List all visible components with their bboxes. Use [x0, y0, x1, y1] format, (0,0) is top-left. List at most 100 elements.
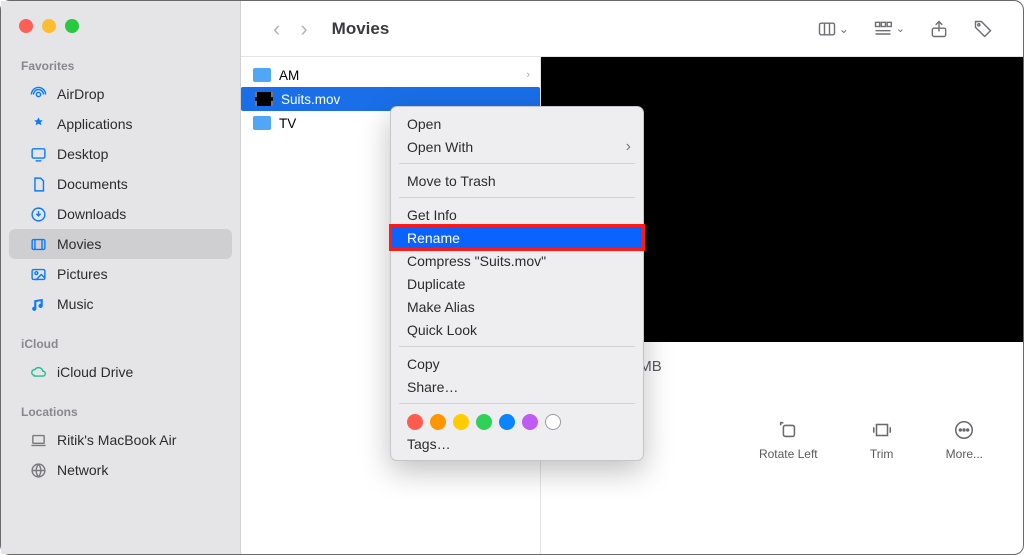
menu-separator [399, 403, 635, 404]
menu-item-quick-look[interactable]: Quick Look [391, 318, 643, 341]
action-label: More... [946, 447, 983, 461]
minimize-window-button[interactable] [42, 19, 56, 33]
folder-icon [253, 116, 271, 130]
tag-orange[interactable] [430, 414, 446, 430]
sidebar: Favorites AirDrop Applications Desktop D… [1, 1, 241, 554]
downloads-icon [29, 206, 47, 223]
airdrop-icon [29, 86, 47, 103]
sidebar-item-network[interactable]: Network [9, 455, 232, 485]
more-icon [950, 419, 978, 441]
window-controls [1, 15, 240, 55]
menu-item-open-with[interactable]: Open With [391, 135, 643, 158]
sidebar-item-label: Movies [57, 236, 101, 252]
action-label: Rotate Left [759, 447, 818, 461]
sidebar-item-documents[interactable]: Documents [9, 169, 232, 199]
sidebar-item-music[interactable]: Music [9, 289, 232, 319]
menu-item-duplicate[interactable]: Duplicate [391, 272, 643, 295]
sidebar-item-airdrop[interactable]: AirDrop [9, 79, 232, 109]
tag-green[interactable] [476, 414, 492, 430]
view-columns-button[interactable]: ⌄ [805, 19, 861, 39]
menu-item-label: Share… [407, 379, 458, 395]
tag-red[interactable] [407, 414, 423, 430]
menu-separator [399, 197, 635, 198]
chevron-right-icon: › [526, 69, 530, 81]
sidebar-item-applications[interactable]: Applications [9, 109, 232, 139]
finder-window: Favorites AirDrop Applications Desktop D… [0, 0, 1024, 555]
folder-icon [253, 68, 271, 82]
menu-item-label: Open [407, 116, 441, 132]
context-menu: Open Open With Move to Trash Get Info Re… [390, 106, 644, 461]
sidebar-item-label: AirDrop [57, 86, 104, 102]
menu-separator [399, 163, 635, 164]
tag-purple[interactable] [522, 414, 538, 430]
file-row-folder[interactable]: AM › [241, 63, 540, 87]
menu-item-label: Open With [407, 139, 473, 155]
menu-item-label: Compress "Suits.mov" [407, 253, 546, 269]
tag-blue[interactable] [499, 414, 515, 430]
menu-item-label: Rename [407, 230, 460, 246]
file-name: Suits.mov [281, 92, 340, 107]
sidebar-item-label: Documents [57, 176, 128, 192]
menu-item-label: Duplicate [407, 276, 465, 292]
action-rotate-left[interactable]: Rotate Left [759, 419, 818, 461]
menu-item-tags[interactable]: Tags… [391, 432, 643, 455]
pictures-icon [29, 266, 47, 283]
applications-icon [29, 116, 47, 133]
group-button[interactable]: ⌄ [861, 19, 917, 39]
menu-item-label: Quick Look [407, 322, 477, 338]
icloud-icon [29, 364, 47, 381]
sidebar-item-label: Pictures [57, 266, 108, 282]
tag-none[interactable] [545, 414, 561, 430]
share-button[interactable] [917, 19, 961, 39]
sidebar-item-label: Ritik's MacBook Air [57, 432, 176, 448]
sidebar-item-label: Music [57, 296, 94, 312]
rotate-left-icon [774, 419, 802, 441]
menu-item-compress[interactable]: Compress "Suits.mov" [391, 249, 643, 272]
file-name: AM [279, 68, 299, 83]
menu-item-label: Move to Trash [407, 173, 496, 189]
menu-item-label: Get Info [407, 207, 457, 223]
menu-item-copy[interactable]: Copy [391, 352, 643, 375]
menu-item-label: Tags… [407, 436, 451, 452]
action-more[interactable]: More... [946, 419, 983, 461]
tag-color-row [391, 409, 643, 432]
menu-item-make-alias[interactable]: Make Alias [391, 295, 643, 318]
close-window-button[interactable] [19, 19, 33, 33]
sidebar-item-downloads[interactable]: Downloads [9, 199, 232, 229]
music-icon [29, 296, 47, 313]
zoom-window-button[interactable] [65, 19, 79, 33]
sidebar-item-label: iCloud Drive [57, 364, 133, 380]
documents-icon [29, 176, 47, 193]
toolbar: ‹ › Movies ⌄ ⌄ [241, 1, 1023, 56]
file-name: TV [279, 116, 296, 131]
back-button[interactable]: ‹ [263, 16, 290, 42]
sidebar-item-movies[interactable]: Movies [9, 229, 232, 259]
menu-item-label: Copy [407, 356, 440, 372]
sidebar-section-favorites: Favorites [1, 55, 240, 79]
tag-yellow[interactable] [453, 414, 469, 430]
tags-button[interactable] [961, 19, 1005, 39]
movie-file-icon [255, 92, 273, 106]
menu-item-get-info[interactable]: Get Info [391, 203, 643, 226]
movies-icon [29, 236, 47, 253]
network-icon [29, 462, 47, 479]
sidebar-item-label: Network [57, 462, 108, 478]
menu-item-share[interactable]: Share… [391, 375, 643, 398]
sidebar-item-label: Applications [57, 116, 133, 132]
sidebar-item-label: Downloads [57, 206, 126, 222]
desktop-icon [29, 146, 47, 163]
menu-item-open[interactable]: Open [391, 112, 643, 135]
sidebar-item-desktop[interactable]: Desktop [9, 139, 232, 169]
action-trim[interactable]: Trim [868, 419, 896, 461]
menu-item-rename[interactable]: Rename [391, 226, 643, 249]
sidebar-section-locations: Locations [1, 401, 240, 425]
sidebar-item-this-mac[interactable]: Ritik's MacBook Air [9, 425, 232, 455]
sidebar-item-icloud-drive[interactable]: iCloud Drive [9, 357, 232, 387]
menu-separator [399, 346, 635, 347]
sidebar-section-icloud: iCloud [1, 333, 240, 357]
sidebar-item-pictures[interactable]: Pictures [9, 259, 232, 289]
forward-button[interactable]: › [290, 16, 317, 42]
menu-item-move-to-trash[interactable]: Move to Trash [391, 169, 643, 192]
window-title: Movies [332, 19, 390, 39]
trim-icon [868, 419, 896, 441]
